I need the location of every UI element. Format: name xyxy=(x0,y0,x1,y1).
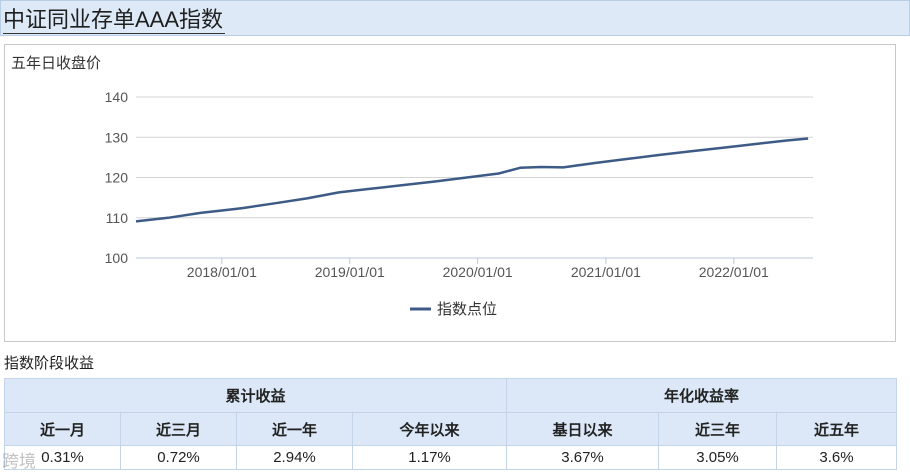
y-tick-label: 130 xyxy=(105,129,129,145)
column-header: 近三年 xyxy=(658,412,778,446)
line-chart: 100 110 120 130 140 2018/01/01 2019/01/01 2020/… xyxy=(105,89,813,318)
table-cell: 1.17% xyxy=(351,445,508,470)
table-cell: 3.05% xyxy=(658,445,778,470)
x-tick-label: 2021/01/01 xyxy=(571,264,641,280)
x-tick-label: 2022/01/01 xyxy=(699,264,769,280)
title-bar: 中证同业存单AAA指数 xyxy=(0,0,910,36)
column-header: 近五年 xyxy=(776,412,898,446)
x-tick-label: 2019/01/01 xyxy=(315,264,385,280)
table-cell: 3.67% xyxy=(506,445,660,470)
performance-table: 累计收益 年化收益率 近一月 近三月 近一年 今年以来 基日以来 近三年 近五年… xyxy=(3,378,898,470)
chart-title: 五年日收盘价 xyxy=(11,55,102,72)
table-cell: 0.72% xyxy=(120,445,237,470)
chart-panel: 100 110 120 130 140 2018/01/01 2019/01/01 2020/… xyxy=(4,44,896,342)
column-header: 近一年 xyxy=(236,412,353,446)
table-cell: 0.31% xyxy=(4,445,121,470)
y-tick-label: 100 xyxy=(105,250,129,266)
column-header: 近一月 xyxy=(4,412,121,446)
column-header: 近三月 xyxy=(120,412,237,446)
column-header: 基日以来 xyxy=(506,412,660,446)
y-tick-label: 120 xyxy=(105,170,129,186)
column-header: 今年以来 xyxy=(351,412,508,446)
page-title: 中证同业存单AAA指数 xyxy=(3,7,226,34)
section-title: 指数阶段收益 xyxy=(4,355,95,372)
table-row: 0.31% 0.72% 2.94% 1.17% 3.67% 3.05% 3.6% xyxy=(4,445,898,470)
y-tick-label: 110 xyxy=(106,210,129,226)
group-header-cumulative: 累计收益 xyxy=(3,378,508,413)
series-line-index xyxy=(135,137,809,223)
table-cell: 3.6% xyxy=(776,445,898,470)
legend-label: 指数点位 xyxy=(437,301,497,318)
group-header-annualized: 年化收益率 xyxy=(506,378,898,413)
y-tick-label: 140 xyxy=(105,89,129,105)
x-tick-label: 2020/01/01 xyxy=(443,264,513,280)
table-cell: 2.94% xyxy=(236,445,353,470)
x-tick-label: 2018/01/01 xyxy=(187,264,257,280)
